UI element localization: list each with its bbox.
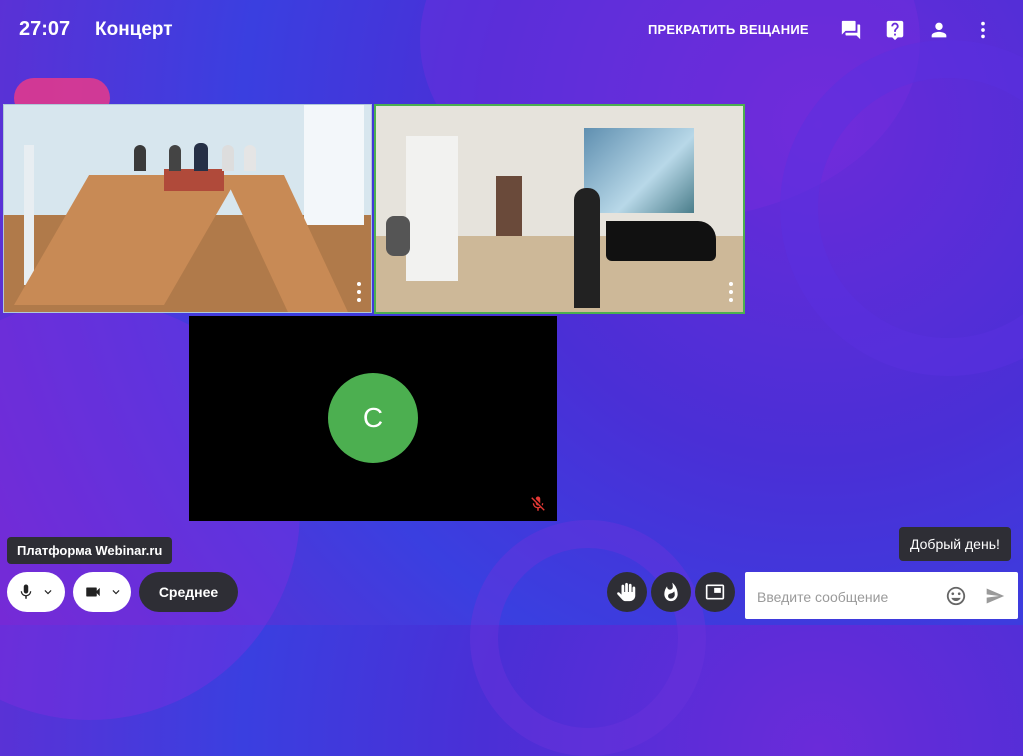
more-vert-icon[interactable] [972, 19, 994, 41]
event-title: Концерт [95, 19, 173, 40]
stop-broadcast-button[interactable]: ПРЕКРАТИТЬ ВЕЩАНИЕ [648, 22, 809, 37]
piano [606, 221, 716, 261]
quality-selector[interactable]: Среднее [139, 572, 238, 612]
chat-composer [745, 572, 1018, 619]
top-bar: 27:07 Концерт ПРЕКРАТИТЬ ВЕЩАНИЕ [0, 0, 1023, 60]
chat-icon[interactable] [840, 19, 862, 41]
send-icon[interactable] [985, 586, 1005, 611]
greeting-message-bubble: Добрый день! [899, 527, 1011, 561]
person [222, 145, 234, 171]
tile-menu-dots[interactable] [357, 278, 361, 302]
person [169, 145, 181, 171]
projection-screen [584, 128, 694, 213]
participant-avatar: С [328, 373, 418, 463]
reaction-button[interactable] [651, 572, 691, 612]
videocam-icon [86, 587, 100, 597]
window [304, 105, 364, 225]
raise-hand-button[interactable] [607, 572, 647, 612]
chevron-down-icon[interactable] [41, 585, 55, 599]
participants-icon[interactable] [928, 19, 950, 41]
picture-in-picture-icon [705, 584, 725, 600]
microphone-icon [20, 584, 32, 599]
video-tile-3[interactable]: С [189, 316, 557, 521]
person [194, 143, 208, 171]
broadcast-timer: 27:07 [19, 18, 71, 40]
video-tile-1[interactable] [3, 104, 372, 313]
camera-toggle[interactable] [73, 572, 131, 612]
audience [386, 216, 410, 256]
column [406, 136, 458, 281]
fire-icon [664, 582, 678, 602]
message-input[interactable] [755, 582, 939, 611]
mic-muted-icon [529, 495, 547, 513]
person [244, 145, 256, 171]
video-tile-2[interactable] [374, 104, 745, 314]
microphone-toggle[interactable] [7, 572, 65, 612]
background-ring [470, 520, 706, 756]
help-icon[interactable] [884, 19, 906, 41]
emoji-icon[interactable] [945, 585, 967, 612]
raise-hand-icon [617, 582, 636, 602]
doorway [496, 176, 522, 236]
speaker-person [574, 188, 600, 308]
person [134, 145, 146, 171]
front-table [164, 169, 224, 191]
tile-menu-dots[interactable] [729, 278, 733, 302]
door-frame [24, 145, 34, 285]
platform-tooltip: Платформа Webinar.ru [7, 537, 173, 564]
chevron-down-icon[interactable] [109, 585, 123, 599]
picture-in-picture-button[interactable] [695, 572, 735, 612]
